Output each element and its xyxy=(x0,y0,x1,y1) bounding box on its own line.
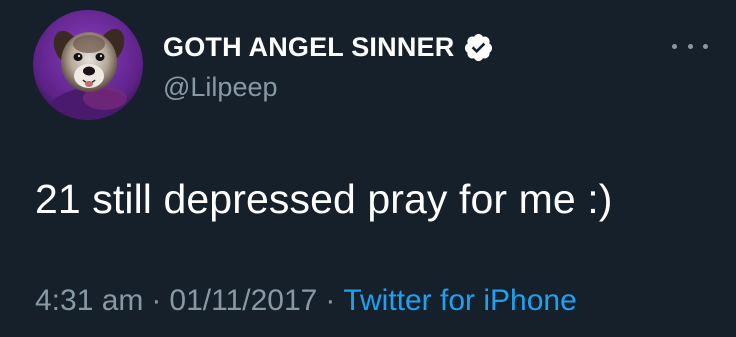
tweet-date[interactable]: 01/11/2017 xyxy=(169,284,317,318)
more-options-icon[interactable] xyxy=(672,36,708,56)
meta-separator: · xyxy=(151,284,162,317)
dog-avatar-icon xyxy=(33,10,143,120)
more-dot xyxy=(672,43,677,49)
tweet-meta: 4:31 am · 01/11/2017 · Twitter for iPhon… xyxy=(35,284,577,318)
tweet-card: GOTH ANGEL SINNER @Lilpeep 21 still depr… xyxy=(0,0,736,337)
name-row: GOTH ANGEL SINNER xyxy=(163,30,494,64)
display-name[interactable]: GOTH ANGEL SINNER xyxy=(163,32,454,63)
tweet-text: 21 still depressed pray for me :) xyxy=(35,176,613,222)
tweet-source-link[interactable]: Twitter for iPhone xyxy=(343,284,576,318)
meta-separator: · xyxy=(325,284,336,317)
more-dot xyxy=(687,43,693,49)
avatar[interactable] xyxy=(33,10,143,120)
verified-badge-icon xyxy=(463,32,494,63)
tweet-time[interactable]: 4:31 am xyxy=(35,284,143,318)
user-handle[interactable]: @Lilpeep xyxy=(163,72,278,103)
more-dot xyxy=(703,43,708,49)
